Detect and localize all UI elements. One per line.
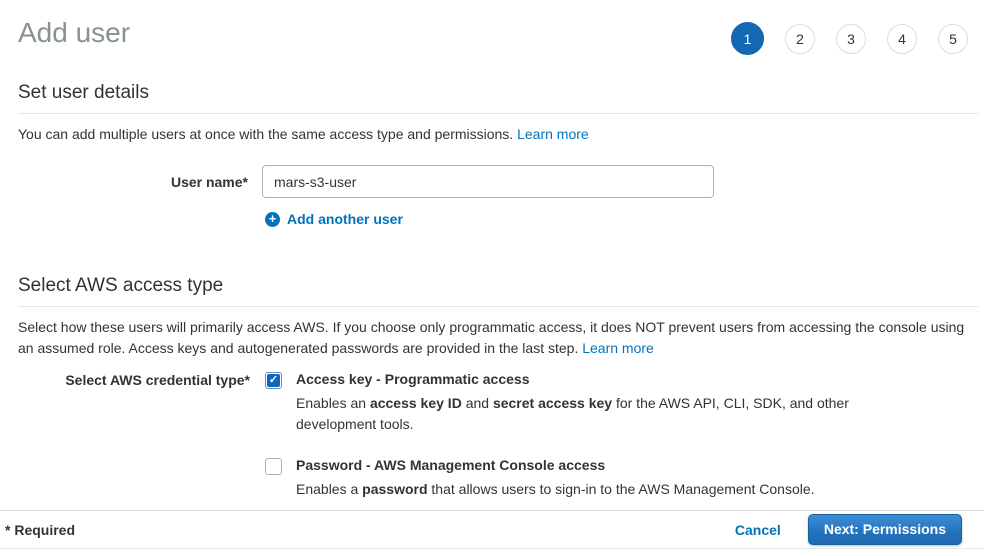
learn-more-link-user-details[interactable]: Learn more (517, 126, 589, 142)
user-name-input[interactable] (262, 165, 714, 198)
programmatic-access-title[interactable]: Access key - Programmatic access (296, 371, 852, 387)
required-note: * Required (5, 522, 75, 538)
select-access-type-section: Select AWS access type Select how these … (0, 275, 984, 500)
wizard-footer: * Required Cancel Next: Permissions (0, 510, 984, 549)
desc-text-bold: password (362, 481, 427, 497)
step-5-badge: 5 (938, 24, 968, 54)
desc-text: Enables a (296, 481, 362, 497)
user-name-label: User name* (18, 174, 248, 190)
footer-actions: Cancel Next: Permissions (735, 514, 962, 545)
set-user-details-section: Set user details You can add multiple us… (0, 82, 984, 227)
cancel-button[interactable]: Cancel (735, 522, 781, 538)
checkmark-icon: ✓ (267, 374, 280, 387)
access-type-intro: Select how these users will primarily ac… (18, 317, 978, 359)
console-access-desc: Enables a password that allows users to … (296, 479, 815, 500)
desc-text-bold: access key ID (370, 395, 462, 411)
credential-type-label: Select AWS credential type* (18, 371, 250, 388)
add-another-user-link[interactable]: + Add another user (265, 211, 403, 227)
learn-more-link-access-type[interactable]: Learn more (582, 340, 654, 356)
user-details-intro: You can add multiple users at once with … (18, 124, 978, 145)
section-heading-user-details: Set user details (18, 82, 978, 114)
desc-text: that allows users to sign-in to the AWS … (428, 481, 815, 497)
credential-options: ✓ Access key - Programmatic access Enabl… (265, 371, 852, 500)
step-4-badge: 4 (887, 24, 917, 54)
credential-type-row: Select AWS credential type* ✓ Access key… (18, 371, 978, 500)
page-title: Add user (18, 16, 130, 50)
programmatic-access-text: Access key - Programmatic access Enables… (296, 371, 852, 435)
desc-text-bold: secret access key (493, 395, 612, 411)
plus-circle-icon[interactable]: + (265, 212, 280, 227)
desc-text: and (462, 395, 493, 411)
access-type-intro-text: Select how these users will primarily ac… (18, 319, 964, 356)
console-access-title[interactable]: Password - AWS Management Console access (296, 457, 815, 473)
step-1-badge: 1 (731, 22, 764, 55)
wizard-step-indicator: 1 2 3 4 5 (731, 22, 968, 55)
user-name-row: User name* (18, 165, 978, 198)
desc-text: Enables an (296, 395, 370, 411)
section-heading-access-type: Select AWS access type (18, 275, 978, 307)
step-3-badge: 3 (836, 24, 866, 54)
console-access-text: Password - AWS Management Console access… (296, 457, 815, 500)
page-header: Add user 1 2 3 4 5 (0, 0, 984, 55)
user-details-intro-text: You can add multiple users at once with … (18, 126, 513, 142)
option-programmatic-access: ✓ Access key - Programmatic access Enabl… (265, 371, 852, 435)
add-another-user-label[interactable]: Add another user (287, 211, 403, 227)
programmatic-access-checkbox[interactable]: ✓ (265, 372, 282, 389)
next-permissions-button[interactable]: Next: Permissions (808, 514, 962, 545)
option-console-access: Password - AWS Management Console access… (265, 457, 852, 500)
console-access-checkbox[interactable] (265, 458, 282, 475)
programmatic-access-desc: Enables an access key ID and secret acce… (296, 393, 852, 435)
step-2-badge: 2 (785, 24, 815, 54)
